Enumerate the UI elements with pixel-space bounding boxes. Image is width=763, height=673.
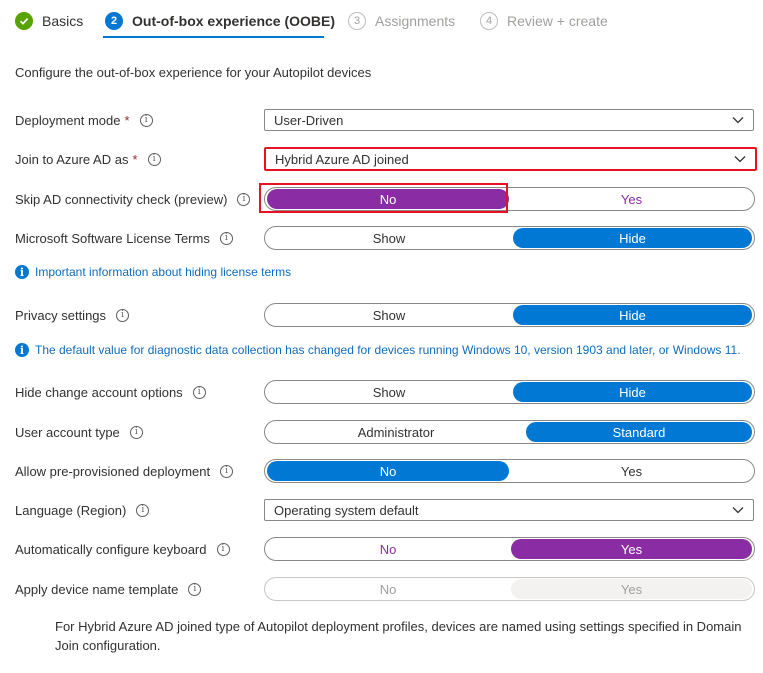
privacy-hide-option[interactable]: Hide bbox=[513, 305, 752, 325]
info-icon[interactable]: i bbox=[237, 192, 251, 206]
step-review-create[interactable]: 4 Review + create bbox=[480, 8, 608, 34]
account-type-label: User account type i bbox=[15, 422, 143, 442]
device-name-text: Apply device name template bbox=[15, 581, 179, 597]
language-text: Language (Region) bbox=[15, 502, 127, 518]
info-icon[interactable]: i bbox=[220, 464, 234, 478]
device-name-toggle: No Yes bbox=[264, 577, 755, 601]
step-basics-label: Basics bbox=[42, 13, 84, 29]
account-type-toggle[interactable]: Administrator Standard bbox=[264, 420, 755, 444]
join-azure-label: Join to Azure AD as * i bbox=[15, 149, 161, 169]
page-intro: Configure the out-of-box experience for … bbox=[15, 65, 372, 80]
join-azure-dropdown[interactable]: Hybrid Azure AD joined bbox=[264, 147, 757, 171]
info-icon[interactable]: i bbox=[116, 308, 130, 322]
pre-provisioned-text: Allow pre-provisioned deployment bbox=[15, 463, 211, 479]
info-icon[interactable]: i bbox=[216, 542, 230, 556]
chevron-down-icon bbox=[732, 507, 744, 514]
info-icon[interactable]: i bbox=[129, 425, 143, 439]
info-filled-icon: i bbox=[15, 265, 29, 279]
deployment-mode-text: Deployment mode bbox=[15, 112, 121, 128]
standard-option[interactable]: Standard bbox=[526, 422, 752, 442]
info-icon[interactable]: i bbox=[147, 152, 161, 166]
language-value: Operating system default bbox=[274, 502, 419, 518]
keyboard-yes-option[interactable]: Yes bbox=[511, 539, 752, 559]
join-azure-text: Join to Azure AD as bbox=[15, 151, 129, 167]
step-number-icon: 3 bbox=[348, 12, 366, 30]
privacy-label: Privacy settings i bbox=[15, 305, 130, 325]
info-icon[interactable]: i bbox=[136, 503, 150, 517]
info-filled-icon: i bbox=[15, 343, 29, 357]
skip-ad-text: Skip AD connectivity check (preview) bbox=[15, 191, 228, 207]
step-oobe-label: Out-of-box experience (OOBE) bbox=[132, 13, 336, 29]
deployment-mode-label: Deployment mode * i bbox=[15, 110, 153, 130]
license-hide-option[interactable]: Hide bbox=[513, 228, 752, 248]
license-terms-label: Microsoft Software License Terms i bbox=[15, 228, 233, 248]
join-azure-value: Hybrid Azure AD joined bbox=[275, 151, 409, 167]
pre-provisioned-label: Allow pre-provisioned deployment i bbox=[15, 461, 234, 481]
chevron-down-icon bbox=[732, 117, 744, 124]
device-name-yes-option: Yes bbox=[511, 579, 752, 599]
info-icon[interactable]: i bbox=[192, 385, 206, 399]
change-account-toggle[interactable]: Show Hide bbox=[264, 380, 755, 404]
change-account-show-option[interactable]: Show bbox=[267, 382, 511, 402]
language-label: Language (Region) i bbox=[15, 500, 150, 520]
step-assignments-label: Assignments bbox=[375, 13, 456, 29]
skip-ad-yes-option[interactable]: Yes bbox=[511, 189, 752, 209]
license-show-option[interactable]: Show bbox=[267, 228, 511, 248]
privacy-notice-text: The default value for diagnostic data co… bbox=[35, 343, 741, 357]
info-icon[interactable]: i bbox=[139, 113, 153, 127]
step-assignments[interactable]: 3 Assignments bbox=[348, 8, 455, 34]
pre-provisioned-no-option[interactable]: No bbox=[267, 461, 509, 481]
license-notice-link[interactable]: Important information about hiding licen… bbox=[35, 265, 291, 279]
step-basics[interactable]: Basics bbox=[15, 8, 83, 34]
device-name-footnote: For Hybrid Azure AD joined type of Autop… bbox=[55, 619, 742, 653]
license-terms-toggle[interactable]: Show Hide bbox=[264, 226, 755, 250]
step-number-icon: 2 bbox=[105, 12, 123, 30]
pre-provisioned-toggle[interactable]: No Yes bbox=[264, 459, 755, 483]
account-type-text: User account type bbox=[15, 424, 120, 440]
device-name-label: Apply device name template i bbox=[15, 579, 202, 599]
language-dropdown[interactable]: Operating system default bbox=[264, 499, 754, 521]
privacy-show-option[interactable]: Show bbox=[267, 305, 511, 325]
deployment-mode-value: User-Driven bbox=[274, 112, 344, 128]
step-oobe[interactable]: 2 Out-of-box experience (OOBE) bbox=[105, 8, 335, 34]
highlight-box bbox=[259, 183, 508, 213]
required-marker: * bbox=[124, 112, 130, 128]
privacy-notice: i The default value for diagnostic data … bbox=[15, 343, 741, 357]
license-terms-text: Microsoft Software License Terms bbox=[15, 230, 210, 246]
step-number-icon: 4 bbox=[480, 12, 498, 30]
chevron-down-icon bbox=[734, 156, 746, 163]
required-marker: * bbox=[132, 151, 138, 167]
privacy-text: Privacy settings bbox=[15, 307, 107, 323]
skip-ad-label: Skip AD connectivity check (preview) i bbox=[15, 189, 251, 209]
info-icon[interactable]: i bbox=[188, 582, 202, 596]
deployment-mode-dropdown[interactable]: User-Driven bbox=[264, 109, 754, 131]
check-icon bbox=[15, 12, 33, 30]
step-review-label: Review + create bbox=[507, 13, 608, 29]
privacy-toggle[interactable]: Show Hide bbox=[264, 303, 755, 327]
administrator-option[interactable]: Administrator bbox=[267, 422, 525, 442]
keyboard-toggle[interactable]: No Yes bbox=[264, 537, 755, 561]
keyboard-label: Automatically configure keyboard i bbox=[15, 539, 230, 559]
license-notice[interactable]: i Important information about hiding lic… bbox=[15, 265, 291, 279]
active-step-underline bbox=[103, 36, 324, 38]
change-account-hide-option[interactable]: Hide bbox=[513, 382, 752, 402]
info-icon[interactable]: i bbox=[219, 231, 233, 245]
pre-provisioned-yes-option[interactable]: Yes bbox=[511, 461, 752, 481]
change-account-text: Hide change account options bbox=[15, 384, 183, 400]
keyboard-no-option[interactable]: No bbox=[267, 539, 509, 559]
change-account-label: Hide change account options i bbox=[15, 382, 206, 402]
keyboard-text: Automatically configure keyboard bbox=[15, 541, 207, 557]
device-name-no-option: No bbox=[379, 581, 397, 597]
